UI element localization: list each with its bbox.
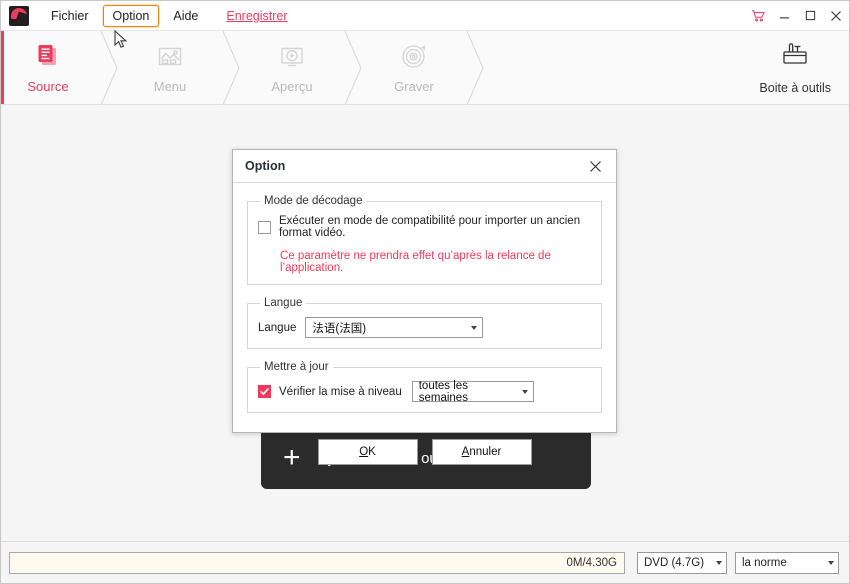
preview-play-icon (277, 41, 307, 73)
step-separator-3 (336, 30, 370, 105)
language-legend: Langue (264, 297, 303, 309)
language-select[interactable]: 法语(法国) (305, 317, 484, 338)
dialog-footer: OK Annuler (233, 425, 616, 479)
menu-image-icon (155, 41, 185, 73)
option-dialog: Option Mode de décodage Exécuter en mode… (232, 149, 617, 465)
ok-label-rest: K (368, 446, 376, 458)
compatibility-label: Exécuter en mode de compatibilité pour i… (279, 215, 581, 239)
chevron-down-icon (461, 325, 478, 330)
capacity-text: 0M/4.30G (566, 556, 618, 569)
dialog-title: Option (245, 159, 286, 173)
step-separator-2 (214, 30, 248, 105)
check-update-label: Vérifier la mise à niveau (279, 385, 402, 398)
dialog-body: Mode de décodage Exécuter en mode de com… (233, 183, 616, 425)
language-field-label: Langue (258, 321, 297, 334)
menu-option[interactable]: Option (102, 4, 160, 27)
burn-disc-icon (399, 41, 429, 73)
disc-type-value: DVD (4.7G) (644, 556, 705, 569)
chevron-down-icon (828, 560, 834, 565)
step-navigation-bar: Source Menu Aperçu Graver Boite à outils (1, 30, 849, 105)
step-menu[interactable]: Menu (126, 31, 214, 104)
step-source[interactable]: Source (4, 31, 92, 104)
disc-type-select[interactable]: DVD (4.7G) (637, 551, 727, 574)
register-link[interactable]: Enregistrer (226, 9, 287, 23)
source-document-icon (33, 41, 63, 73)
toolbox-button[interactable]: Boite à outils (759, 41, 831, 95)
dialog-close-icon[interactable] (584, 155, 606, 177)
compatibility-row[interactable]: Exécuter en mode de compatibilité pour i… (258, 215, 591, 239)
step-graver[interactable]: Graver (370, 31, 458, 104)
update-frequency-value: toutes les semaines (418, 379, 468, 404)
step-apercu-label: Aperçu (271, 79, 313, 94)
update-frequency-select[interactable]: toutes les semaines (411, 379, 534, 404)
update-row: Vérifier la mise à niveau toutes les sem… (258, 379, 591, 404)
chevron-down-icon (716, 560, 722, 565)
step-graver-label: Graver (394, 79, 434, 94)
cancel-button[interactable]: Annuler (431, 439, 532, 465)
menu-aide[interactable]: Aide (163, 5, 208, 27)
menu-fichier[interactable]: Fichier (41, 5, 99, 27)
title-bar: Fichier Option Aide Enregistrer (1, 1, 849, 31)
toolbox-icon (778, 41, 812, 76)
app-logo-icon (9, 5, 29, 26)
step-list: Source Menu Aperçu Graver (4, 30, 492, 105)
step-apercu[interactable]: Aperçu (248, 31, 336, 104)
restart-note: Ce paramètre ne prendra effet qu’après l… (280, 250, 551, 274)
compatibility-checkbox[interactable] (258, 220, 271, 234)
ok-button[interactable]: OK (317, 439, 418, 465)
step-separator-4 (458, 30, 492, 105)
update-group: Mettre à jour Vérifier la mise à niveau … (247, 361, 602, 413)
step-source-label: Source (27, 79, 69, 94)
cancel-label-rest: nnuler (469, 446, 502, 458)
cancel-mnemonic: A (461, 446, 470, 458)
update-legend: Mettre à jour (264, 361, 329, 373)
language-select-value: 法语(法国) (312, 322, 367, 335)
dialog-header: Option (233, 150, 616, 183)
status-bar: 0M/4.30G DVD (4.7G) la norme (1, 541, 849, 583)
language-group: Langue Langue 法语(法国) (247, 297, 602, 349)
check-update-checkbox[interactable] (258, 385, 271, 398)
ok-mnemonic: O (359, 446, 369, 458)
step-menu-label: Menu (153, 79, 187, 94)
window-controls (745, 1, 849, 30)
minimize-icon[interactable] (771, 2, 797, 30)
quality-value: la norme (742, 556, 787, 569)
chevron-down-icon (512, 389, 528, 394)
language-row: Langue 法语(法国) (258, 317, 591, 338)
step-separator-1 (92, 30, 126, 105)
decoding-mode-legend: Mode de décodage (264, 195, 363, 207)
shopping-cart-icon[interactable] (745, 2, 771, 30)
decoding-mode-group: Mode de décodage Exécuter en mode de com… (247, 195, 602, 285)
close-icon[interactable] (823, 2, 849, 30)
maximize-icon[interactable] (797, 2, 823, 30)
toolbox-label: Boite à outils (759, 80, 831, 95)
capacity-progress-bar: 0M/4.30G (9, 551, 625, 574)
quality-select[interactable]: la norme (735, 551, 839, 574)
application-window: Fichier Option Aide Enregistrer Source M… (0, 0, 850, 584)
